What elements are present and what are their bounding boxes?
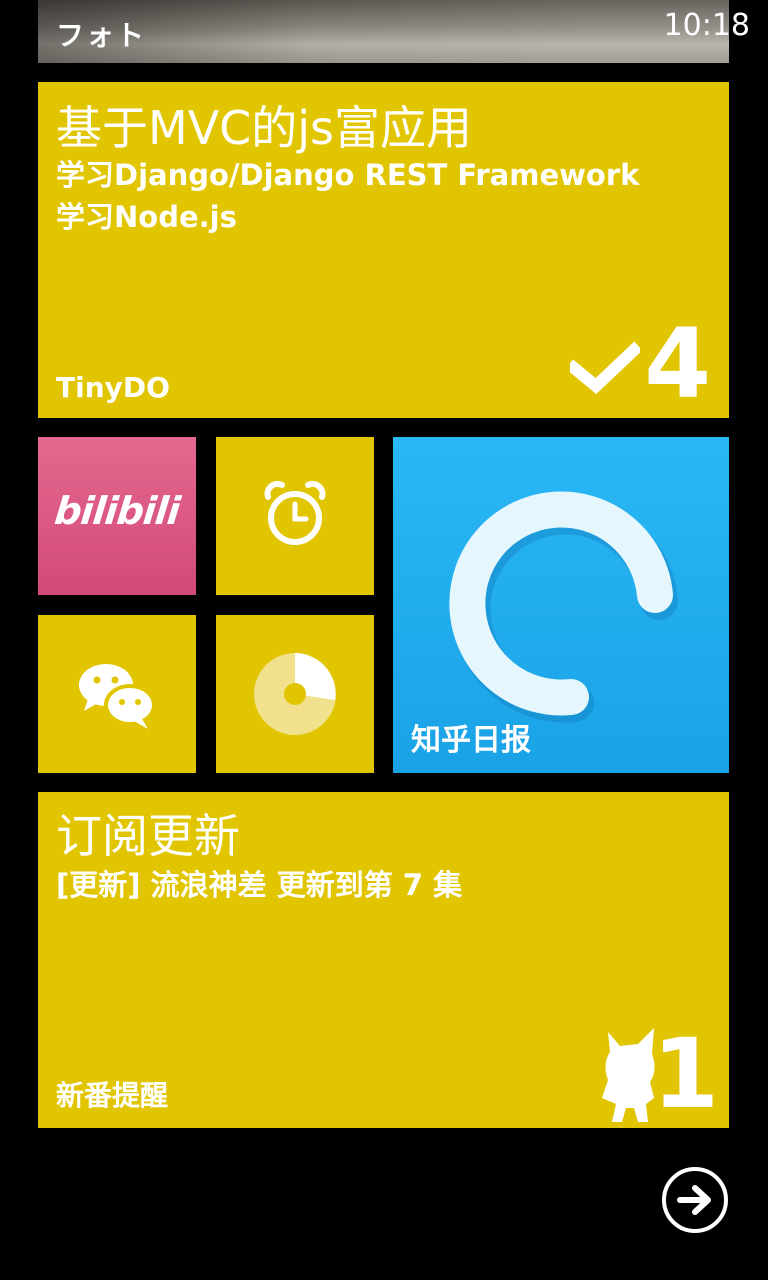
- zhihu-app-name: 知乎日报: [411, 723, 531, 758]
- zhihu-daily-tile[interactable]: 知乎日报: [393, 437, 729, 773]
- tinydo-item: 学习Node.js: [56, 200, 237, 234]
- pie-tile[interactable]: [216, 615, 374, 773]
- subscribe-tile[interactable]: 订阅更新 [更新] 流浪神差 更新到第 7 集 1 新番提醒: [38, 792, 729, 1128]
- tinydo-tile[interactable]: 基于MVC的js富应用 学习Django/Django REST Framewo…: [38, 82, 729, 418]
- checkmark-icon: [570, 341, 640, 394]
- tinydo-count: 4: [644, 308, 711, 418]
- pie-chart-icon: [254, 653, 336, 735]
- subscribe-count: 1: [652, 1018, 719, 1128]
- tinydo-app-name: TinyDO: [56, 371, 170, 404]
- subscribe-item: [更新] 流浪神差 更新到第 7 集: [56, 868, 463, 902]
- bilibili-tile[interactable]: bilibili: [38, 437, 196, 595]
- subscribe-title: 订阅更新: [56, 809, 240, 863]
- chat-bubbles-icon: [79, 664, 156, 729]
- tinydo-item: 学习Django/Django REST Framework: [56, 158, 640, 192]
- photo-tile[interactable]: フォト: [38, 0, 729, 63]
- arrow-right-circle-icon[interactable]: [661, 1166, 729, 1234]
- alarm-tile[interactable]: [216, 437, 374, 595]
- tinydo-title: 基于MVC的js富应用: [56, 101, 473, 155]
- bilibili-logo: bilibili: [52, 489, 182, 533]
- status-clock: 10:18: [663, 8, 750, 43]
- photo-tile-label: フォト: [56, 19, 147, 52]
- subscribe-app-name: 新番提醒: [56, 1079, 169, 1112]
- alarm-clock-icon: [264, 480, 326, 545]
- wechat-tile[interactable]: [38, 615, 196, 773]
